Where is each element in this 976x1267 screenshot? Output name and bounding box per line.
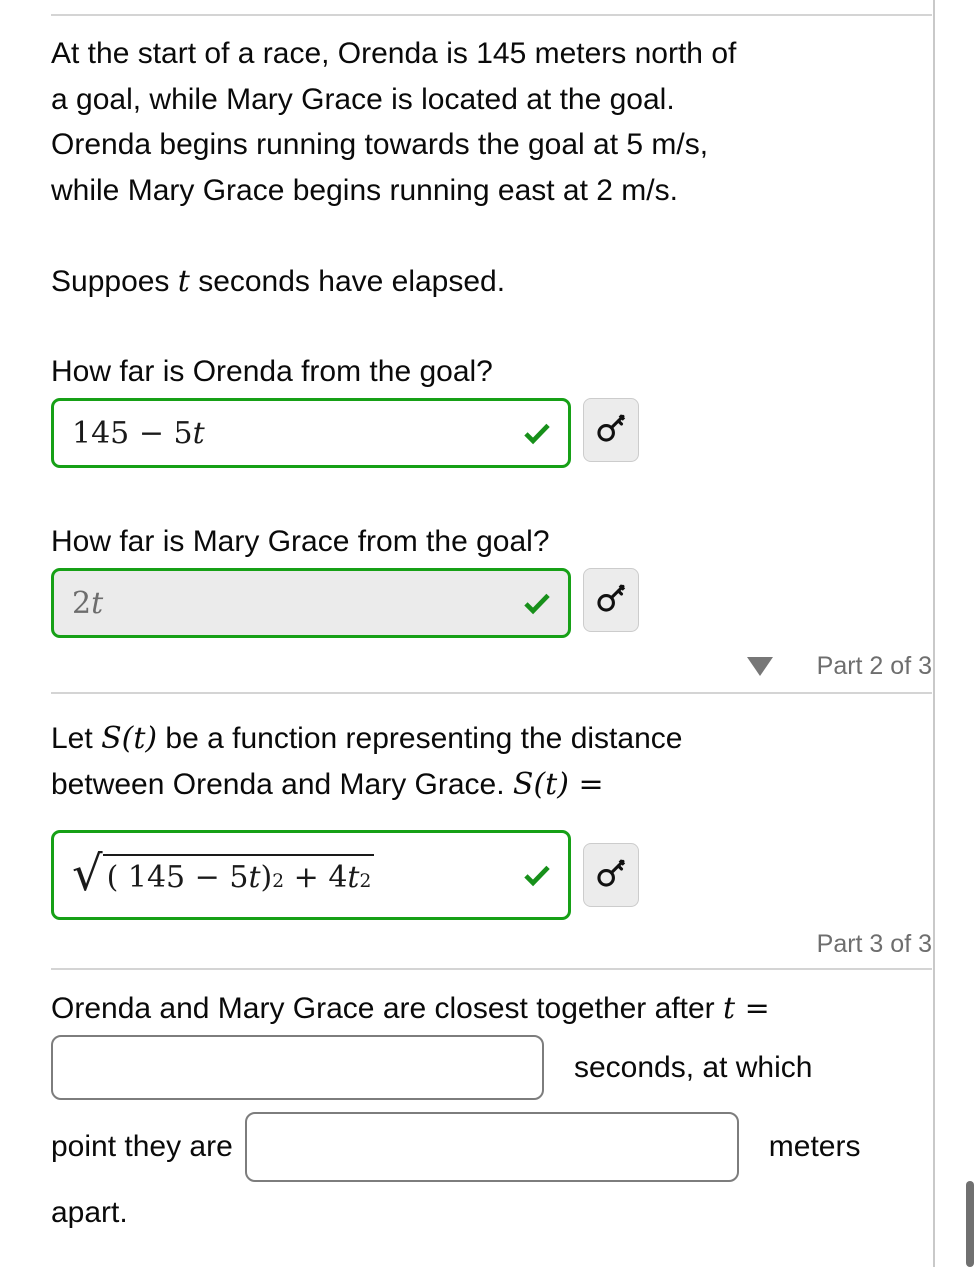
plus-sign: +	[293, 860, 319, 895]
part-2-footer: Part 2 of 3	[51, 652, 934, 681]
question-a-label: How far is Orenda from the goal?	[51, 349, 493, 395]
supposition-variable: t	[177, 264, 190, 299]
answer-a-minus: −	[138, 415, 164, 451]
top-divider	[51, 14, 932, 16]
answer-key-button-a[interactable]	[583, 398, 639, 462]
answer-input-a[interactable]: 145 − 5t	[51, 398, 571, 468]
inner-number: 145	[127, 860, 186, 895]
answer-key-button-b[interactable]	[583, 568, 639, 632]
problem-statement: At the start of a race, Orenda is 145 me…	[51, 31, 932, 213]
question-b-label: How far is Mary Grace from the goal?	[51, 519, 550, 565]
supposition-prefix: Suppoes	[51, 265, 170, 298]
part-3-line-4-text: apart.	[51, 1196, 128, 1229]
part-2-prompt: Let S(t) be a function representing the …	[51, 716, 932, 807]
answer-input-b[interactable]: 2t	[51, 568, 571, 638]
problem-line-3-text: Orenda begins running towards the goal a…	[51, 128, 709, 161]
part-3-line-4: apart.	[51, 1190, 128, 1236]
part-2-prompt-line2-text: between Orenda and Mary Grace.	[51, 767, 505, 801]
close-paren: )	[260, 860, 273, 895]
radical-sign: √	[72, 846, 103, 902]
supposition-suffix: seconds have elapsed.	[198, 265, 506, 298]
square-root-expression: √ ( 145 − 5 t) 2 + 4t2	[72, 846, 375, 902]
part-2-prompt-pre: Let	[51, 722, 93, 755]
part-3-time-variable: t =	[723, 991, 770, 1026]
answer-key-button-s[interactable]	[583, 843, 639, 907]
problem-line-3: Orenda begins running towards the goal a…	[51, 122, 932, 168]
answer-b-expression: 2t	[72, 586, 103, 621]
distance-answer-input[interactable]	[244, 1112, 739, 1182]
part-3-line-2: seconds, at which	[51, 1035, 812, 1100]
answer-row-b: 2t	[51, 568, 639, 638]
answer-row-s: √ ( 145 − 5 t) 2 + 4t2	[51, 830, 639, 920]
radicand: ( 145 − 5 t) 2 + 4t2	[102, 854, 375, 895]
problem-line-2-text: a goal, while Mary Grace is located at t…	[51, 82, 675, 116]
check-icon	[520, 858, 554, 892]
answer-a-variable: t	[192, 415, 205, 451]
inner-variable: t	[248, 860, 261, 895]
part-3-line-1: Orenda and Mary Grace are closest togeth…	[51, 986, 951, 1032]
part-3-label: Part 3 of 3	[816, 930, 932, 958]
second-coefficient: 4	[328, 860, 348, 895]
time-answer-input[interactable]	[51, 1035, 544, 1100]
part-2-prompt-line-2: between Orenda and Mary Grace. S(t) =	[51, 762, 932, 808]
problem-line-1: At the start of a race, Orenda is 145 me…	[51, 31, 932, 77]
part-3-line-3-prefix: point they are	[51, 1130, 233, 1164]
part-3-divider	[51, 968, 932, 970]
problem-line-1-text: At the start of a race, Orenda is 145 me…	[51, 37, 737, 70]
problem-line-4: while Mary Grace begins running east at …	[51, 168, 932, 214]
answer-b-coefficient: 2	[72, 585, 92, 621]
answer-a-expression: 145 − 5t	[72, 416, 205, 451]
part-2-function-equals: S(t) =	[512, 766, 604, 802]
part-2-prompt-line-1: Let S(t) be a function representing the …	[51, 716, 932, 762]
answer-row-a: 145 − 5t	[51, 398, 639, 468]
answer-a-coefficient: 5	[173, 415, 193, 451]
key-icon	[594, 581, 628, 620]
content-frame-divider	[933, 0, 935, 1267]
second-variable: t	[347, 860, 360, 895]
page-scrollbar-thumb[interactable]	[966, 1181, 974, 1267]
part-3-footer: Part 3 of 3	[51, 930, 934, 959]
question-a-text: How far is Orenda from the goal?	[51, 355, 493, 388]
part-3-after-distance-text: meters	[768, 1130, 861, 1164]
question-page: At the start of a race, Orenda is 145 me…	[0, 0, 976, 1267]
supposition-line: Suppoes t seconds have elapsed.	[51, 259, 505, 305]
problem-line-2: a goal, while Mary Grace is located at t…	[51, 77, 932, 123]
answer-s-expression: √ ( 145 − 5 t) 2 + 4t2	[72, 846, 375, 902]
part-2-label: Part 2 of 3	[816, 652, 932, 680]
part-2-prompt-post: be a function representing the distance	[165, 722, 683, 755]
part-2-function-symbol: S(t)	[101, 721, 158, 756]
inner-minus: −	[194, 860, 220, 895]
check-icon	[520, 416, 554, 450]
inner-coefficient: 5	[229, 860, 249, 895]
key-icon	[594, 856, 628, 895]
question-b-text: How far is Mary Grace from the goal?	[51, 525, 550, 558]
key-icon	[594, 411, 628, 450]
check-icon	[520, 586, 554, 620]
page-scrollbar-track[interactable]	[963, 0, 976, 1267]
answer-input-s[interactable]: √ ( 145 − 5 t) 2 + 4t2	[51, 830, 571, 920]
answer-b-variable: t	[91, 585, 104, 621]
triangle-down-icon[interactable]	[746, 657, 773, 676]
open-paren: (	[106, 860, 119, 895]
part-3-line-3: point they are meters	[51, 1112, 860, 1182]
problem-line-4-text: while Mary Grace begins running east at …	[51, 173, 678, 207]
part-3-after-time-text: seconds, at which	[574, 1050, 813, 1084]
answer-a-number: 145	[72, 415, 130, 451]
part-3-line-1-text: Orenda and Mary Grace are closest togeth…	[51, 992, 715, 1025]
part-2-divider	[51, 692, 932, 694]
